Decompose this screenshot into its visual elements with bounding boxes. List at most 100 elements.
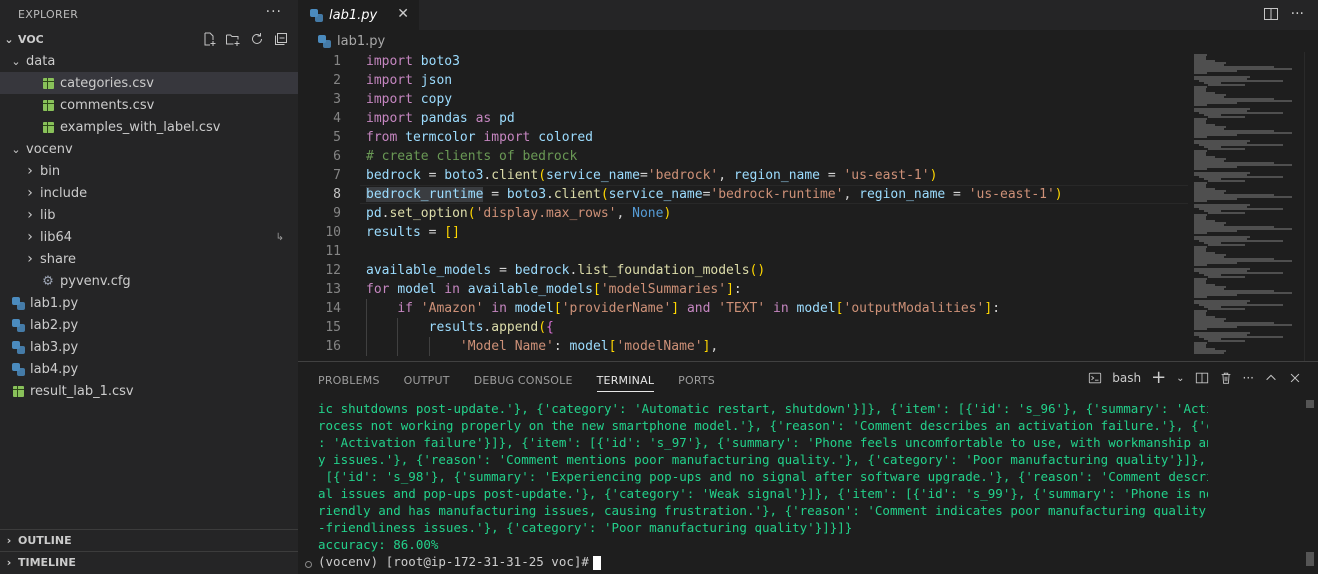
- workspace-root-label: VOC: [18, 32, 44, 46]
- tab-label: lab1.py: [329, 7, 378, 23]
- tree-item[interactable]: › bin: [0, 160, 298, 182]
- code-editor[interactable]: 1 import boto3 2 import json 3 import copy 4 im…: [298, 52, 1188, 361]
- line-number: 9: [333, 206, 341, 221]
- tree-item[interactable]: › lib: [0, 204, 298, 226]
- code-line[interactable]: 6 # create clients of bedrock: [298, 147, 1188, 166]
- code-line[interactable]: 1 import boto3: [298, 52, 1188, 71]
- tree-item[interactable]: ⌄ vocenv: [0, 138, 298, 160]
- editor-scrollbar[interactable]: [1304, 52, 1318, 361]
- chevron-right-icon: ›: [27, 229, 33, 245]
- code-line[interactable]: 7 bedrock = boto3.client(service_name='be…: [298, 166, 1188, 185]
- terminal-line: : 'Activation failure'}]}, {'item': [{'i…: [318, 435, 1208, 450]
- tree-item[interactable]: lab4.py: [0, 358, 298, 380]
- tree-item[interactable]: ⌄ data: [0, 50, 298, 72]
- split-editor-icon[interactable]: [1263, 6, 1279, 22]
- python-file-icon: [10, 361, 26, 377]
- tree-item[interactable]: › share: [0, 248, 298, 270]
- csv-file-icon: [40, 119, 56, 135]
- tree-item-label: lib: [40, 207, 56, 223]
- tree-item[interactable]: comments.csv: [0, 94, 298, 116]
- minimap-line: [1194, 136, 1208, 138]
- code-line[interactable]: 12 available_models = bedrock.list_founda…: [298, 261, 1188, 280]
- tree-item[interactable]: lab2.py: [0, 314, 298, 336]
- code-line[interactable]: 11: [298, 242, 1188, 261]
- minimap[interactable]: [1188, 52, 1304, 361]
- tab-problems[interactable]: PROBLEMS: [318, 362, 380, 398]
- minimap-line: [1194, 264, 1208, 266]
- minimap-line: [1208, 148, 1245, 150]
- code-line[interactable]: 14 if 'Amazon' in model['providerName'] …: [298, 299, 1188, 318]
- code-line[interactable]: 16 'Model Name': model['modelName'],: [298, 337, 1188, 356]
- chevron-down-icon: ⌄: [4, 32, 14, 46]
- workspace-root[interactable]: ⌄ VOC: [0, 28, 298, 50]
- outline-section[interactable]: › OUTLINE: [0, 529, 298, 551]
- tab-terminal[interactable]: TERMINAL: [596, 362, 655, 398]
- collapse-all-icon[interactable]: [272, 31, 290, 47]
- line-number: 6: [333, 149, 341, 164]
- tab-output[interactable]: OUTPUT: [404, 362, 450, 398]
- line-number: 13: [325, 282, 341, 297]
- chevron-right-icon: ›: [27, 185, 33, 201]
- more-actions-icon[interactable]: ···: [1243, 371, 1254, 385]
- minimap-line: [1208, 84, 1245, 86]
- tab-lab1-py[interactable]: lab1.py ✕: [298, 0, 419, 30]
- terminal-shell-label[interactable]: bash: [1112, 371, 1141, 385]
- terminal-output[interactable]: ic shutdowns post-update.'}, {'category'…: [318, 401, 1208, 571]
- maximize-panel-icon[interactable]: [1264, 371, 1278, 385]
- chevron-right-icon: ›: [6, 556, 12, 569]
- new-folder-icon[interactable]: [224, 31, 242, 47]
- close-tab-icon[interactable]: ✕: [397, 6, 409, 22]
- split-terminal-icon[interactable]: [1195, 371, 1209, 385]
- python-file-icon: [10, 317, 26, 333]
- new-file-icon[interactable]: [200, 31, 218, 47]
- code-line[interactable]: 4 import pandas as pd: [298, 109, 1188, 128]
- tree-item-label: lab4.py: [30, 361, 79, 377]
- tree-item-label: comments.csv: [60, 97, 155, 113]
- terminal-scrollbar-thumb[interactable]: [1306, 552, 1314, 566]
- close-panel-icon[interactable]: [1288, 371, 1302, 385]
- code-line[interactable]: 10 results = []: [298, 223, 1188, 242]
- tree-item[interactable]: categories.csv: [0, 72, 298, 94]
- more-actions-icon[interactable]: ···: [1291, 6, 1304, 22]
- tree-item[interactable]: result_lab_1.csv: [0, 380, 298, 402]
- tab-ports[interactable]: PORTS: [678, 362, 715, 398]
- command-decoration-icon[interactable]: [305, 561, 312, 568]
- chevron-down-icon[interactable]: ⌄: [1176, 373, 1184, 384]
- terminal-scrollbar-top[interactable]: [1306, 400, 1314, 408]
- tree-item[interactable]: › lib64 ↳: [0, 226, 298, 248]
- tree-item[interactable]: lab3.py: [0, 336, 298, 358]
- gear-icon: ⚙: [42, 273, 54, 289]
- tree-item[interactable]: › include: [0, 182, 298, 204]
- breadcrumb-file[interactable]: lab1.py: [337, 34, 385, 49]
- line-number: 4: [333, 111, 341, 126]
- code-line[interactable]: 3 import copy: [298, 90, 1188, 109]
- code-text: available_models = bedrock.list_foundati…: [366, 263, 766, 278]
- code-text: bedrock_runtime = boto3.client(service_n…: [366, 187, 1063, 202]
- code-line[interactable]: 2 import json: [298, 71, 1188, 90]
- tree-item[interactable]: ⚙ pyvenv.cfg: [0, 270, 298, 292]
- code-line[interactable]: 9 pd.set_option('display.max_rows', None): [298, 204, 1188, 223]
- code-line[interactable]: 5 from termcolor import colored: [298, 128, 1188, 147]
- tree-item[interactable]: examples_with_label.csv: [0, 116, 298, 138]
- code-line[interactable]: 13 for model in available_models['modelSu…: [298, 280, 1188, 299]
- code-line[interactable]: 8 bedrock_runtime = boto3.client(service_…: [298, 185, 1188, 204]
- more-actions-icon[interactable]: ···: [266, 4, 282, 20]
- tab-debug-console[interactable]: DEBUG CONSOLE: [474, 362, 573, 398]
- trash-icon[interactable]: [1219, 371, 1233, 385]
- new-terminal-icon[interactable]: +: [1151, 369, 1166, 387]
- minimap-line: [1208, 308, 1245, 310]
- code-text: results.append({: [428, 320, 554, 335]
- code-text: import pandas as pd: [366, 111, 515, 126]
- python-file-icon: [10, 295, 26, 311]
- tree-item-label: share: [40, 251, 77, 267]
- chevron-right-icon: ›: [27, 207, 33, 223]
- chevron-down-icon: ⌄: [11, 142, 21, 156]
- minimap-line: [1194, 232, 1208, 234]
- tree-item[interactable]: lab1.py: [0, 292, 298, 314]
- timeline-section[interactable]: › TIMELINE: [0, 551, 298, 573]
- minimap-line: [1208, 340, 1245, 342]
- code-line[interactable]: 15 results.append({: [298, 318, 1188, 337]
- terminal-line: y issues.'}, {'reason': 'Comment mention…: [318, 452, 1208, 467]
- terminal-prompt[interactable]: (vocenv) [root@ip-172-31-31-25 voc]#: [318, 554, 1208, 571]
- refresh-icon[interactable]: [248, 31, 266, 47]
